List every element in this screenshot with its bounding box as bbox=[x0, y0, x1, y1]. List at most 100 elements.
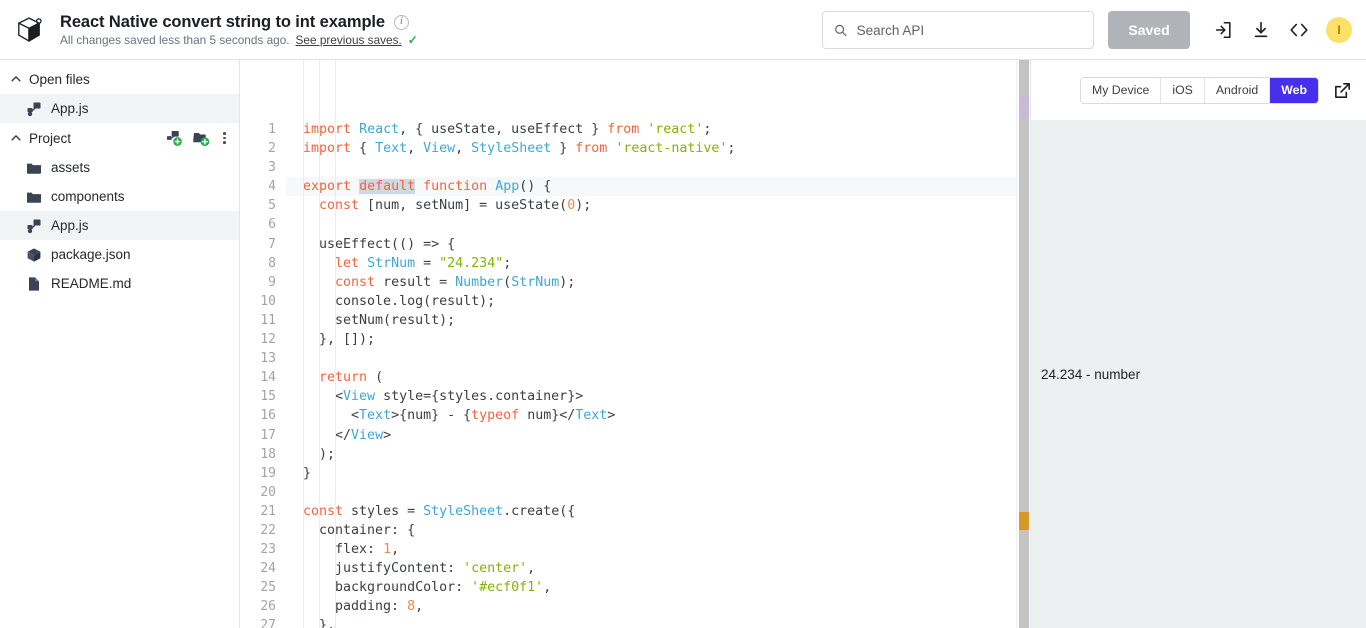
platform-tab-web[interactable]: Web bbox=[1270, 77, 1318, 103]
line-number: 16 bbox=[260, 408, 276, 424]
code-editor[interactable]: 1 import React, { useState, useEffect } f… bbox=[240, 60, 1030, 628]
import-button[interactable] bbox=[1204, 11, 1242, 49]
code-text[interactable] bbox=[286, 349, 1016, 368]
external-link-icon[interactable] bbox=[1333, 81, 1352, 100]
code-line[interactable]: 3 bbox=[240, 158, 1016, 177]
platform-tab-my-device[interactable]: My Device bbox=[1080, 77, 1162, 103]
code-text[interactable]: </View> bbox=[286, 426, 1016, 445]
code-token: , bbox=[391, 542, 400, 558]
code-line[interactable]: 6 bbox=[240, 215, 1016, 234]
platform-tab-ios[interactable]: iOS bbox=[1161, 77, 1205, 103]
new-file-icon[interactable] bbox=[166, 130, 183, 147]
embed-code-button[interactable] bbox=[1280, 11, 1318, 49]
code-token: 8 bbox=[407, 599, 416, 615]
scrollbar-track[interactable] bbox=[1019, 60, 1029, 628]
project-item-package-json[interactable]: package.json bbox=[0, 240, 239, 269]
line-number: 27 bbox=[260, 618, 276, 628]
code-text[interactable] bbox=[286, 215, 1016, 234]
line-number: 20 bbox=[260, 484, 276, 500]
open-file-item-app-js[interactable]: App.js bbox=[0, 94, 239, 123]
code-text[interactable]: justifyContent: 'center', bbox=[286, 559, 1016, 578]
code-text[interactable]: } bbox=[286, 464, 1016, 483]
project-item-components[interactable]: components bbox=[0, 182, 239, 211]
code-line[interactable]: 16 <Text>{num} - {typeof num}</Text> bbox=[240, 406, 1016, 425]
code-line[interactable]: 4 export default function App() { bbox=[240, 177, 1016, 197]
code-text[interactable]: container: { bbox=[286, 521, 1016, 540]
code-text[interactable] bbox=[286, 158, 1016, 177]
code-text[interactable]: return ( bbox=[286, 368, 1016, 387]
code-text[interactable]: ); bbox=[286, 445, 1016, 464]
preview-stage[interactable]: 24.234 - number bbox=[1031, 120, 1366, 628]
code-line[interactable]: 7 useEffect(() => { bbox=[240, 235, 1016, 254]
code-line[interactable]: 27 }, bbox=[240, 616, 1016, 628]
code-line[interactable]: 25 backgroundColor: '#ecf0f1', bbox=[240, 578, 1016, 597]
code-text[interactable]: const styles = StyleSheet.create({ bbox=[286, 502, 1016, 521]
platform-tab-android[interactable]: Android bbox=[1204, 77, 1271, 103]
info-icon[interactable]: i bbox=[393, 14, 409, 30]
code-line[interactable]: 19} bbox=[240, 464, 1016, 483]
code-text[interactable]: export default function App() { bbox=[286, 177, 1016, 197]
code-text[interactable]: <View style={styles.container}> bbox=[286, 387, 1016, 406]
search-input[interactable] bbox=[856, 22, 1082, 38]
see-previous-saves-link[interactable]: See previous saves. bbox=[296, 33, 402, 47]
code-line[interactable]: 23 flex: 1, bbox=[240, 540, 1016, 559]
code-text[interactable]: let StrNum = "24.234"; bbox=[286, 254, 1016, 273]
sidebar-section-project[interactable]: Project bbox=[0, 123, 239, 153]
code-text[interactable]: flex: 1, bbox=[286, 540, 1016, 559]
search-box[interactable] bbox=[822, 11, 1094, 49]
code-line[interactable]: 10 console.log(result); bbox=[240, 292, 1016, 311]
line-number: 8 bbox=[268, 255, 276, 271]
project-item-app-js[interactable]: App.js bbox=[0, 211, 239, 240]
code-text[interactable]: import { Text, View, StyleSheet } from '… bbox=[286, 139, 1016, 158]
code-text[interactable]: console.log(result); bbox=[286, 292, 1016, 311]
more-vertical-icon[interactable] bbox=[220, 130, 229, 146]
code-text[interactable]: }, bbox=[286, 616, 1016, 628]
snack-cube-logo[interactable] bbox=[12, 13, 46, 47]
code-lines-container[interactable]: 1 import React, { useState, useEffect } f… bbox=[240, 60, 1016, 628]
search-icon bbox=[835, 24, 847, 36]
code-token: styles = bbox=[343, 503, 424, 519]
code-line[interactable]: 11 setNum(result); bbox=[240, 311, 1016, 330]
save-button[interactable]: Saved bbox=[1108, 11, 1190, 49]
avatar[interactable]: I bbox=[1326, 17, 1352, 43]
code-text[interactable]: padding: 8, bbox=[286, 597, 1016, 616]
code-line[interactable]: 22 container: { bbox=[240, 521, 1016, 540]
code-line[interactable]: 8 let StrNum = "24.234"; bbox=[240, 254, 1016, 273]
preview-toolbar: My Device iOS Android Web bbox=[1031, 60, 1366, 120]
indent-guide bbox=[335, 60, 336, 628]
code-text[interactable]: }, []); bbox=[286, 330, 1016, 349]
sidebar-section-open-files[interactable]: Open files bbox=[0, 64, 239, 94]
code-line[interactable]: 26 padding: 8, bbox=[240, 597, 1016, 616]
editor-scrollbar[interactable] bbox=[1016, 60, 1030, 628]
code-token: 1 bbox=[383, 542, 392, 558]
code-line[interactable]: 21 const styles = StyleSheet.create({ bbox=[240, 502, 1016, 521]
code-line[interactable]: 1 import React, { useState, useEffect } f… bbox=[240, 120, 1016, 139]
code-text[interactable]: backgroundColor: '#ecf0f1', bbox=[286, 578, 1016, 597]
code-line[interactable]: 2 import { Text, View, StyleSheet } from … bbox=[240, 139, 1016, 158]
code-line[interactable]: 12 }, []); bbox=[240, 330, 1016, 349]
code-text[interactable]: import React, { useState, useEffect } fr… bbox=[286, 120, 1016, 139]
code-token: 'react-native' bbox=[615, 141, 728, 157]
new-folder-icon[interactable] bbox=[193, 130, 210, 147]
project-item-readme-md[interactable]: README.md bbox=[0, 269, 239, 298]
code-line[interactable]: 13 bbox=[240, 349, 1016, 368]
code-line[interactable]: 5 const [num, setNum] = useState(0); bbox=[240, 196, 1016, 215]
code-text[interactable]: const [num, setNum] = useState(0); bbox=[286, 196, 1016, 215]
code-line[interactable]: 24 justifyContent: 'center', bbox=[240, 559, 1016, 578]
code-text[interactable]: const result = Number(StrNum); bbox=[286, 273, 1016, 292]
code-line[interactable]: 9 const result = Number(StrNum); bbox=[240, 273, 1016, 292]
project-item-assets[interactable]: assets bbox=[0, 153, 239, 182]
code-text[interactable] bbox=[286, 483, 1016, 502]
code-line[interactable]: 14 return ( bbox=[240, 368, 1016, 387]
code-line[interactable]: 17 </View> bbox=[240, 426, 1016, 445]
platform-tab-group[interactable]: My Device iOS Android Web bbox=[1079, 76, 1319, 104]
code-text[interactable]: <Text>{num} - {typeof num}</Text> bbox=[286, 406, 1016, 425]
code-text[interactable]: useEffect(() => { bbox=[286, 235, 1016, 254]
code-line[interactable]: 18 ); bbox=[240, 445, 1016, 464]
code-line[interactable]: 15 <View style={styles.container}> bbox=[240, 387, 1016, 406]
code-line[interactable]: 20 bbox=[240, 483, 1016, 502]
download-button[interactable] bbox=[1242, 11, 1280, 49]
code-text[interactable]: setNum(result); bbox=[286, 311, 1016, 330]
